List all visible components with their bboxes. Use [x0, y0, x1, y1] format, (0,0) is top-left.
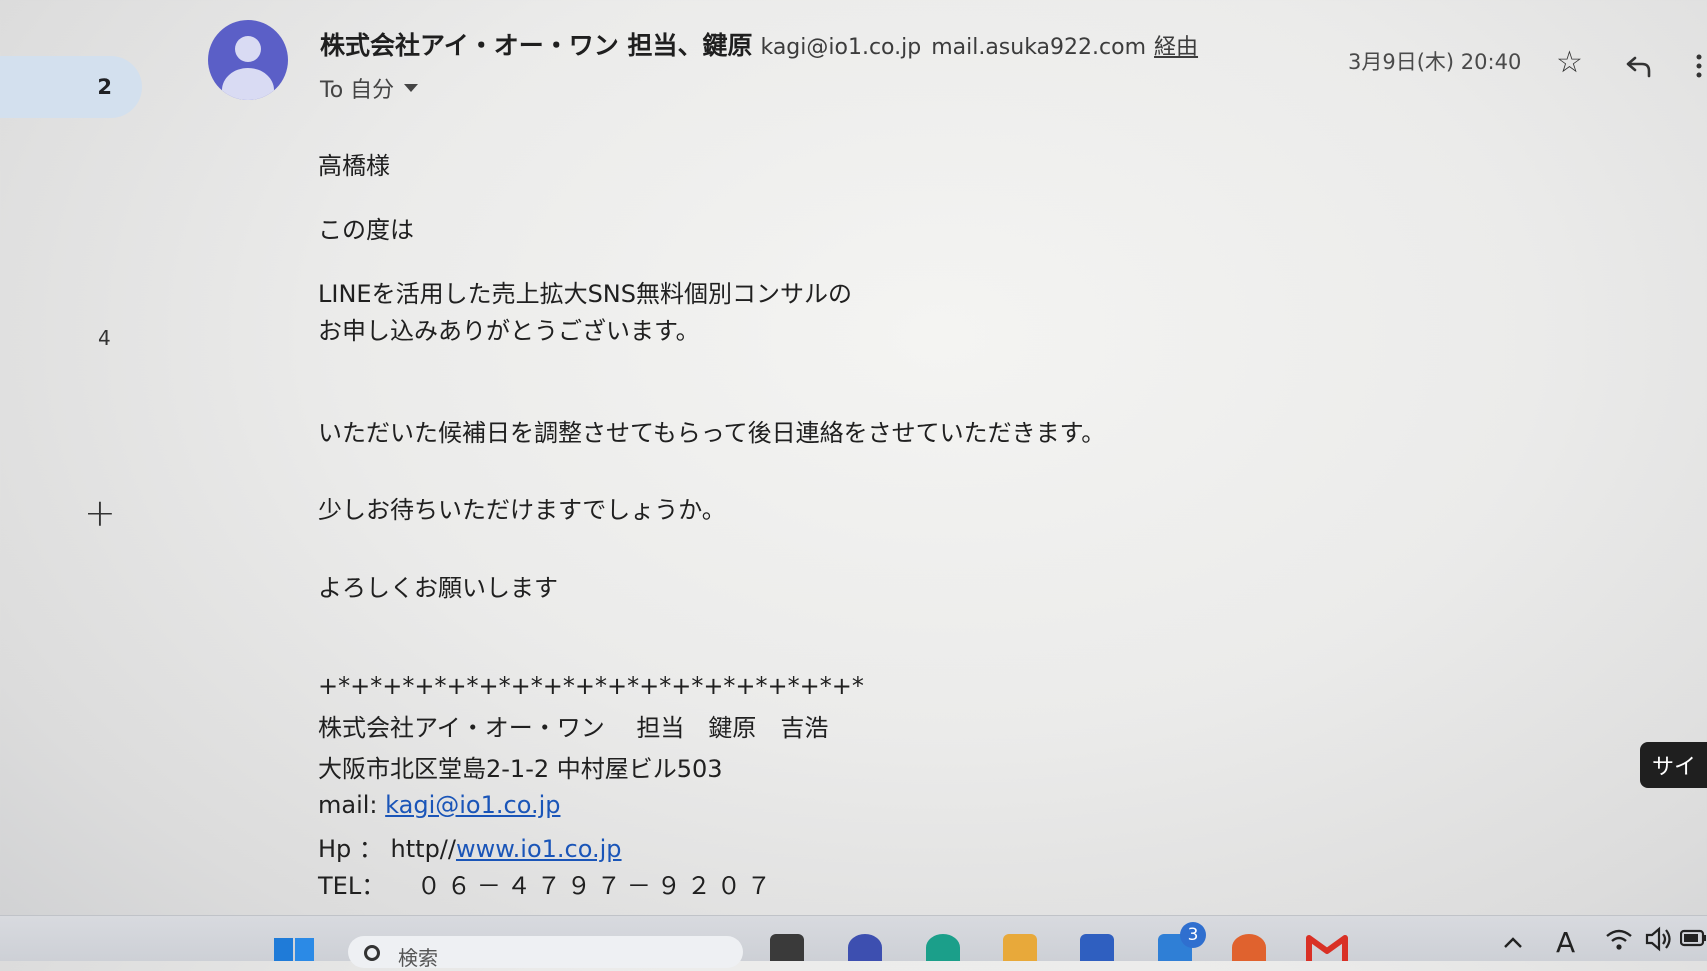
ime-indicator[interactable]: A [1556, 926, 1575, 959]
tel-label: TEL： [318, 872, 386, 900]
signature-mail: mail: kagi@io1.co.jp [318, 791, 560, 819]
reply-icon[interactable] [1624, 52, 1654, 80]
mail-label: mail: [318, 791, 378, 819]
signature-hp: Hp ： http//www.io1.co.jp [318, 829, 622, 864]
taskbar: 検索 3 A [0, 915, 1707, 970]
tel-value: ０６－４７９７－９２０７ [416, 872, 777, 900]
sender-name[interactable]: 株式会社アイ・オー・ワン 担当、鍵原 [320, 26, 752, 62]
volume-icon[interactable] [1644, 926, 1674, 952]
left-rail: 2 4 + [0, 0, 150, 915]
hp-label: Hp ： http// [318, 835, 456, 863]
more-vert-icon[interactable] [1696, 54, 1702, 78]
signature-address: 大阪市北区堂島2-1-2 中村屋ビル503 [318, 755, 723, 783]
body-line-1: LINEを活用した売上拡大SNS無料個別コンサルの [318, 280, 852, 308]
mail-notification-badge: 3 [1180, 922, 1206, 948]
media-player-icon[interactable] [1232, 934, 1266, 961]
star-icon[interactable]: ☆ [1556, 48, 1583, 78]
wifi-icon[interactable] [1604, 926, 1634, 952]
signature-company: 株式会社アイ・オー・ワン 担当 鍵原 吉浩 [318, 714, 829, 742]
body-line-3: いただいた候補日を調整させてもらって後日連絡をさせていただきます。 [318, 419, 1106, 447]
email-header: 株式会社アイ・オー・ワン 担当、鍵原 kagi@io1.co.jp mail.a… [320, 26, 1320, 104]
add-label-button[interactable]: + [84, 494, 116, 532]
body-intro: この度は [318, 216, 414, 244]
taskbar-search[interactable]: 検索 [348, 936, 743, 970]
recipient-label: To 自分 [320, 78, 395, 103]
unread-count-badge: 2 [97, 75, 112, 99]
avatar-person-icon [235, 36, 261, 62]
body-line-4: 少しお待ちいただけますでしょうか。 [318, 496, 726, 524]
body-line-5: よろしくお願いします [318, 574, 558, 602]
rail-item-count[interactable]: 4 [98, 326, 111, 350]
windows-start-icon[interactable] [272, 934, 316, 961]
email-date: 3月9日(木) 20:40 [1348, 50, 1522, 74]
search-label: 検索 [398, 946, 438, 970]
search-icon [364, 945, 380, 961]
hp-link[interactable]: www.io1.co.jp [456, 835, 622, 863]
sender-avatar[interactable] [208, 20, 288, 100]
side-panel-tab[interactable]: サイ [1640, 742, 1707, 788]
rail-unread-item[interactable]: 2 [0, 56, 142, 118]
via-label[interactable]: 経由 [1154, 29, 1198, 61]
body-greeting: 高橋様 [318, 152, 390, 180]
chevron-down-icon [404, 84, 419, 92]
body-line-2: お申し込みありがとうございます。 [318, 317, 700, 345]
edge-icon[interactable] [926, 934, 960, 961]
chevron-up-icon[interactable] [1502, 936, 1524, 950]
teams-icon[interactable] [848, 934, 882, 961]
store-icon[interactable] [1080, 934, 1114, 961]
signature-divider: +*+*+*+*+*+*+*+*+*+*+*+*+*+*+*+*+* [318, 672, 864, 700]
gmail-icon[interactable] [1306, 932, 1348, 961]
recipient-dropdown[interactable]: To 自分 [320, 72, 1320, 104]
task-view-icon[interactable] [770, 934, 804, 961]
sender-email[interactable]: kagi@io1.co.jp [760, 35, 921, 60]
file-explorer-icon[interactable] [1003, 934, 1037, 961]
via-domain: mail.asuka922.com [931, 35, 1147, 60]
mail-link[interactable]: kagi@io1.co.jp [385, 791, 560, 819]
sender-line: 株式会社アイ・オー・ワン 担当、鍵原 kagi@io1.co.jp mail.a… [320, 26, 1320, 62]
battery-icon[interactable] [1680, 929, 1707, 947]
signature-tel: TEL： ０６－４７９７－９２０７ [318, 866, 777, 901]
